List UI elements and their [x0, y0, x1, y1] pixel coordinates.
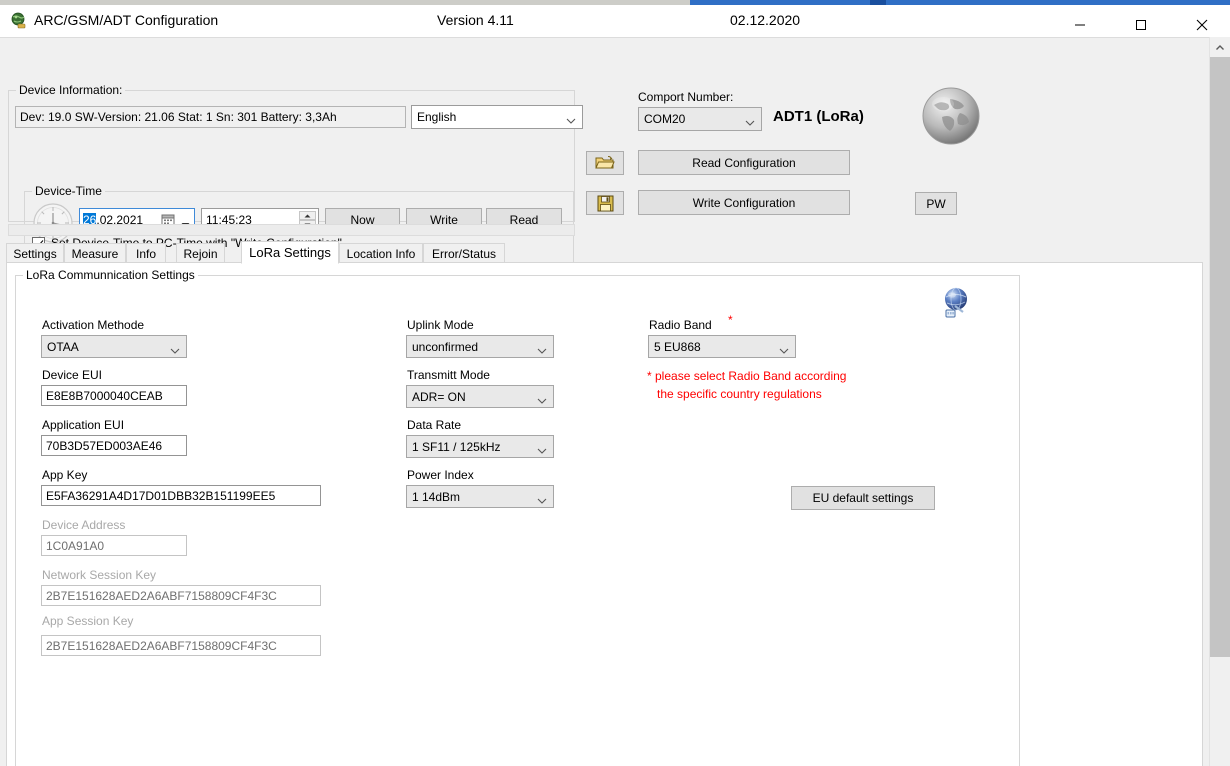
network-session-key-input: 2B7E151628AED2A6ABF7158809CF4F3C	[41, 585, 321, 606]
date-chevron-down-icon[interactable]	[181, 217, 190, 227]
power-index-select[interactable]: 1 14dBm	[406, 485, 554, 508]
device-information-text: Dev: 19.0 SW-Version: 21.06 Stat: 1 Sn: …	[15, 106, 406, 128]
language-select-value: English	[417, 110, 457, 124]
minimize-button[interactable]	[1057, 10, 1103, 40]
tab-rejoin[interactable]: Rejoin	[176, 243, 225, 263]
floppy-disk-save-icon[interactable]	[586, 191, 624, 215]
activation-method-value: OTAA	[47, 339, 79, 354]
chevron-down-icon	[537, 343, 547, 354]
globe-icon	[920, 85, 982, 147]
header-area: Device Information: Dev: 19.0 SW-Version…	[0, 38, 1209, 263]
device-eui-input[interactable]: E8E8B7000040CEAB	[41, 385, 187, 406]
close-icon[interactable]	[1179, 10, 1225, 40]
radio-band-value: 5 EU868	[654, 339, 701, 354]
transmitt-mode-label: Transmitt Mode	[407, 368, 490, 382]
radio-band-asterisk: *	[728, 313, 733, 327]
title-bar: ARC/GSM/ADT Configuration Version 4.11 0…	[0, 5, 1230, 37]
device-eui-label: Device EUI	[42, 368, 103, 382]
network-session-key-label: Network Session Key	[42, 568, 157, 582]
transmitt-mode-value: ADR= ON	[412, 389, 466, 404]
app-key-label: App Key	[42, 468, 88, 482]
application-eui-input[interactable]: 70B3D57ED003AE46	[41, 435, 187, 456]
tab-page-lora-settings: LoRa Communnication Settings Activation …	[6, 262, 1203, 766]
application-window: ARC/GSM/ADT Configuration Version 4.11 0…	[0, 0, 1230, 766]
chevron-down-icon	[537, 443, 547, 454]
app-key-input[interactable]: E5FA36291A4D17D01DBB32B151199EE5	[41, 485, 321, 506]
window-title: ARC/GSM/ADT Configuration	[34, 12, 219, 28]
comport-label: Comport Number:	[638, 90, 734, 104]
radio-band-note-line1: * please select Radio Band according	[647, 369, 847, 383]
activation-method-select[interactable]: OTAA	[41, 335, 187, 358]
tab-location-info[interactable]: Location Info	[339, 243, 423, 263]
device-information-group: Device Information: Dev: 19.0 SW-Version…	[8, 83, 583, 263]
transmitt-mode-select[interactable]: ADR= ON	[406, 385, 554, 408]
data-rate-select[interactable]: 1 SF11 / 125kHz	[406, 435, 554, 458]
radio-band-label: Radio Band	[649, 318, 712, 332]
scroll-up-arrow-icon[interactable]	[1210, 37, 1230, 57]
tab-measure[interactable]: Measure	[64, 243, 126, 263]
open-folder-icon[interactable]	[586, 151, 624, 175]
radio-band-select[interactable]: 5 EU868	[648, 335, 796, 358]
write-configuration-button[interactable]: Write Configuration	[638, 190, 850, 215]
chevron-down-icon	[537, 393, 547, 404]
data-rate-label: Data Rate	[407, 418, 462, 432]
date-label: 02.12.2020	[730, 12, 801, 28]
tab-error-status[interactable]: Error/Status	[423, 243, 505, 263]
uplink-mode-label: Uplink Mode	[407, 318, 474, 332]
chevron-down-icon	[537, 493, 547, 504]
lora-group-title: LoRa Communnication Settings	[23, 268, 198, 282]
time-spinner-up[interactable]	[299, 211, 316, 220]
comport-select-value: COM20	[644, 112, 686, 126]
version-label: Version 4.11	[437, 12, 514, 28]
app-session-key-label: App Session Key	[42, 614, 134, 628]
window-client-area: Device Information: Dev: 19.0 SW-Version…	[0, 37, 1209, 766]
device-address-label: Device Address	[42, 518, 126, 532]
lora-communication-settings-group: LoRa Communnication Settings Activation …	[15, 268, 1020, 766]
status-strip	[8, 224, 575, 236]
comport-select[interactable]: COM20	[638, 107, 762, 131]
app-session-key-input: 2B7E151628AED2A6ABF7158809CF4F3C	[41, 635, 321, 656]
chevron-down-icon	[745, 116, 755, 126]
network-globe-icon	[941, 286, 975, 320]
application-eui-label: Application EUI	[42, 418, 125, 432]
globe-network-icon	[10, 12, 28, 30]
data-rate-value: 1 SF11 / 125kHz	[412, 439, 501, 454]
maximize-button[interactable]	[1118, 10, 1164, 40]
tab-lora-settings[interactable]: LoRa Settings	[241, 241, 339, 264]
scrollbar-thumb[interactable]	[1210, 57, 1230, 657]
device-time-title: Device-Time	[32, 184, 105, 198]
chevron-down-icon	[779, 343, 789, 354]
device-name-label: ADT1 (LoRa)	[773, 108, 864, 125]
uplink-mode-value: unconfirmed	[412, 339, 479, 354]
uplink-mode-select[interactable]: unconfirmed	[406, 335, 554, 358]
chevron-down-icon	[170, 343, 180, 354]
activation-method-label: Activation Methode	[42, 318, 145, 332]
radio-band-note-line2: the specific country regulations	[657, 387, 822, 401]
tab-settings[interactable]: Settings	[6, 243, 64, 263]
power-index-value: 1 14dBm	[412, 489, 461, 504]
vertical-scrollbar[interactable]	[1209, 37, 1230, 766]
read-configuration-button[interactable]: Read Configuration	[638, 150, 850, 175]
device-information-title: Device Information:	[16, 83, 126, 97]
password-button[interactable]: PW	[915, 192, 957, 215]
eu-default-settings-button[interactable]: EU default settings	[791, 486, 935, 510]
tab-bar: Settings Measure Info Rejoin LoRa Settings Lo…	[0, 241, 1209, 264]
device-address-input: 1C0A91A0	[41, 535, 187, 556]
language-select[interactable]: English	[411, 105, 583, 129]
chevron-down-icon	[566, 114, 576, 124]
tab-info[interactable]: Info	[126, 243, 166, 263]
power-index-label: Power Index	[407, 468, 474, 482]
